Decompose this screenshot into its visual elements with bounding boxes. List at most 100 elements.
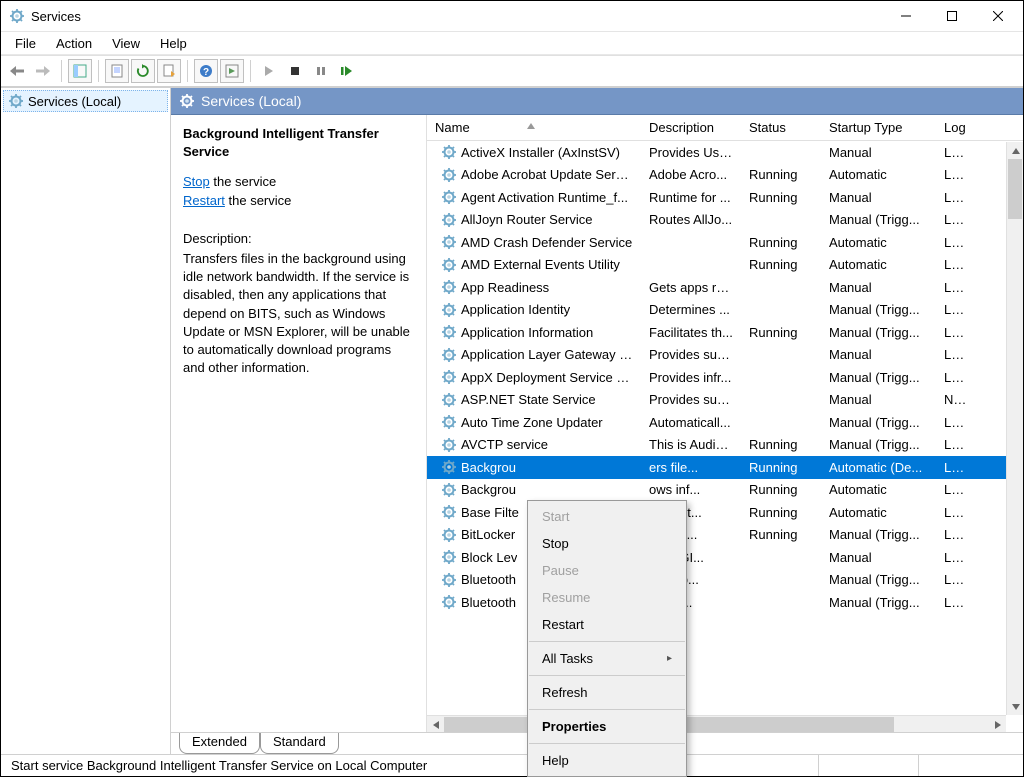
service-row[interactable]: Backgrouers file...RunningAutomatic (De.…: [427, 456, 1023, 479]
scroll-down-arrow-icon[interactable]: [1007, 698, 1023, 715]
service-row[interactable]: ActiveX Installer (AxInstSV)Provides Use…: [427, 141, 1023, 164]
cm-refresh[interactable]: Refresh: [528, 679, 686, 706]
gear-icon: [441, 212, 457, 228]
service-row[interactable]: AllJoyn Router ServiceRoutes AllJo...Man…: [427, 209, 1023, 232]
service-description: This is Audio...: [641, 437, 741, 452]
svg-text:?: ?: [203, 67, 209, 78]
gear-icon: [441, 504, 457, 520]
col-logon[interactable]: Log: [936, 115, 966, 140]
horizontal-scrollbar[interactable]: [427, 715, 1006, 732]
service-row[interactable]: ASP.NET State ServiceProvides sup...Manu…: [427, 389, 1023, 412]
forward-button[interactable]: [31, 59, 55, 83]
show-hide-tree-button[interactable]: [68, 59, 92, 83]
scroll-right-arrow-icon[interactable]: [989, 716, 1006, 732]
toolbar-separator: [61, 60, 62, 82]
cm-stop[interactable]: Stop: [528, 530, 686, 557]
service-startup-type: Automatic: [821, 167, 936, 182]
gear-icon: [441, 369, 457, 385]
cm-properties[interactable]: Properties: [528, 713, 686, 740]
menu-action[interactable]: Action: [46, 34, 102, 53]
service-row[interactable]: AVCTP serviceThis is Audio...RunningManu…: [427, 434, 1023, 457]
service-logon: Loc: [936, 325, 966, 340]
gear-icon: [441, 234, 457, 250]
service-description: Automaticall...: [641, 415, 741, 430]
minimize-button[interactable]: [883, 1, 929, 31]
service-startup-type: Manual: [821, 392, 936, 407]
gear-icon: [441, 437, 457, 453]
cm-separator: [529, 675, 685, 676]
gear-icon: [441, 459, 457, 475]
vertical-scrollbar[interactable]: [1006, 142, 1023, 715]
service-row[interactable]: Agent Activation Runtime_f...Runtime for…: [427, 186, 1023, 209]
help-button[interactable]: ?: [194, 59, 218, 83]
service-status: Running: [741, 167, 821, 182]
menu-file[interactable]: File: [5, 34, 46, 53]
show-hide-action-pane-button[interactable]: [220, 59, 244, 83]
scroll-thumb[interactable]: [1008, 159, 1022, 219]
service-startup-type: Manual (Trigg...: [821, 437, 936, 452]
cm-all-tasks[interactable]: All Tasks▸: [528, 645, 686, 672]
service-row[interactable]: Block Lev/BENGI...ManualLoc: [427, 546, 1023, 569]
col-name[interactable]: Name: [427, 115, 641, 140]
gear-icon: [441, 392, 457, 408]
scroll-left-arrow-icon[interactable]: [427, 716, 444, 732]
service-status: Running: [741, 527, 821, 542]
stop-service-button[interactable]: [283, 59, 307, 83]
description-label: Description:: [183, 230, 414, 248]
service-description: Gets apps re...: [641, 280, 741, 295]
service-row[interactable]: AMD External Events UtilityRunningAutoma…: [427, 254, 1023, 277]
scroll-up-arrow-icon[interactable]: [1007, 142, 1023, 159]
tab-extended[interactable]: Extended: [179, 733, 260, 754]
gear-icon: [441, 257, 457, 273]
service-startup-type: Manual (Trigg...: [821, 302, 936, 317]
back-button[interactable]: [5, 59, 29, 83]
description-text: Transfers files in the background using …: [183, 250, 414, 377]
service-name: Agent Activation Runtime_f...: [461, 190, 628, 205]
col-startup-type[interactable]: Startup Type: [821, 115, 936, 140]
stop-link[interactable]: Stop: [183, 174, 210, 189]
tree-item-services-local[interactable]: Services (Local): [3, 90, 168, 112]
service-row[interactable]: App ReadinessGets apps re...ManualLoc: [427, 276, 1023, 299]
service-row[interactable]: AppX Deployment Service (A...Provides in…: [427, 366, 1023, 389]
service-row[interactable]: Auto Time Zone UpdaterAutomaticall...Man…: [427, 411, 1023, 434]
export-list-button[interactable]: [157, 59, 181, 83]
pause-button[interactable]: [309, 59, 333, 83]
properties-button[interactable]: [105, 59, 129, 83]
tab-standard[interactable]: Standard: [260, 733, 339, 754]
service-row[interactable]: Bluetoothe supp...Manual (Trigg...Loc: [427, 569, 1023, 592]
refresh-button[interactable]: [131, 59, 155, 83]
service-row[interactable]: Bluetoothuetoo...Manual (Trigg...Loc: [427, 591, 1023, 614]
service-name: Application Layer Gateway S...: [461, 347, 633, 362]
service-name: Backgrou: [461, 460, 516, 475]
service-row[interactable]: Application IdentityDetermines ...Manual…: [427, 299, 1023, 322]
cm-help[interactable]: Help: [528, 747, 686, 774]
service-startup-type: Automatic: [821, 235, 936, 250]
service-logon: Loc: [936, 595, 966, 610]
status-seg-3: [919, 755, 1019, 776]
close-button[interactable]: [975, 1, 1021, 31]
gear-icon: [441, 167, 457, 183]
context-menu: Start Stop Pause Resume Restart All Task…: [527, 500, 687, 777]
service-row[interactable]: AMD Crash Defender ServiceRunningAutomat…: [427, 231, 1023, 254]
service-logon: Loc: [936, 550, 966, 565]
detail-header-title: Services (Local): [201, 93, 301, 109]
cm-resume: Resume: [528, 584, 686, 611]
service-row[interactable]: Base Filtease Filt...RunningAutomaticLoc: [427, 501, 1023, 524]
menu-help[interactable]: Help: [150, 34, 197, 53]
cm-restart[interactable]: Restart: [528, 611, 686, 638]
menu-view[interactable]: View: [102, 34, 150, 53]
service-row[interactable]: Backgrouows inf...RunningAutomaticLoc: [427, 479, 1023, 502]
maximize-button[interactable]: [929, 1, 975, 31]
restart-service-button[interactable]: [335, 59, 359, 83]
service-row[interactable]: BitLocker/C hos...RunningManual (Trigg..…: [427, 524, 1023, 547]
service-logon: Loc: [936, 190, 966, 205]
col-status[interactable]: Status: [741, 115, 821, 140]
service-row[interactable]: Application Layer Gateway S...Provides s…: [427, 344, 1023, 367]
service-name: ASP.NET State Service: [461, 392, 596, 407]
service-logon: Loc: [936, 460, 966, 475]
service-row[interactable]: Adobe Acrobat Update Servi...Adobe Acro.…: [427, 164, 1023, 187]
play-button[interactable]: [257, 59, 281, 83]
service-row[interactable]: Application InformationFacilitates th...…: [427, 321, 1023, 344]
restart-link[interactable]: Restart: [183, 193, 225, 208]
col-description[interactable]: Description: [641, 115, 741, 140]
